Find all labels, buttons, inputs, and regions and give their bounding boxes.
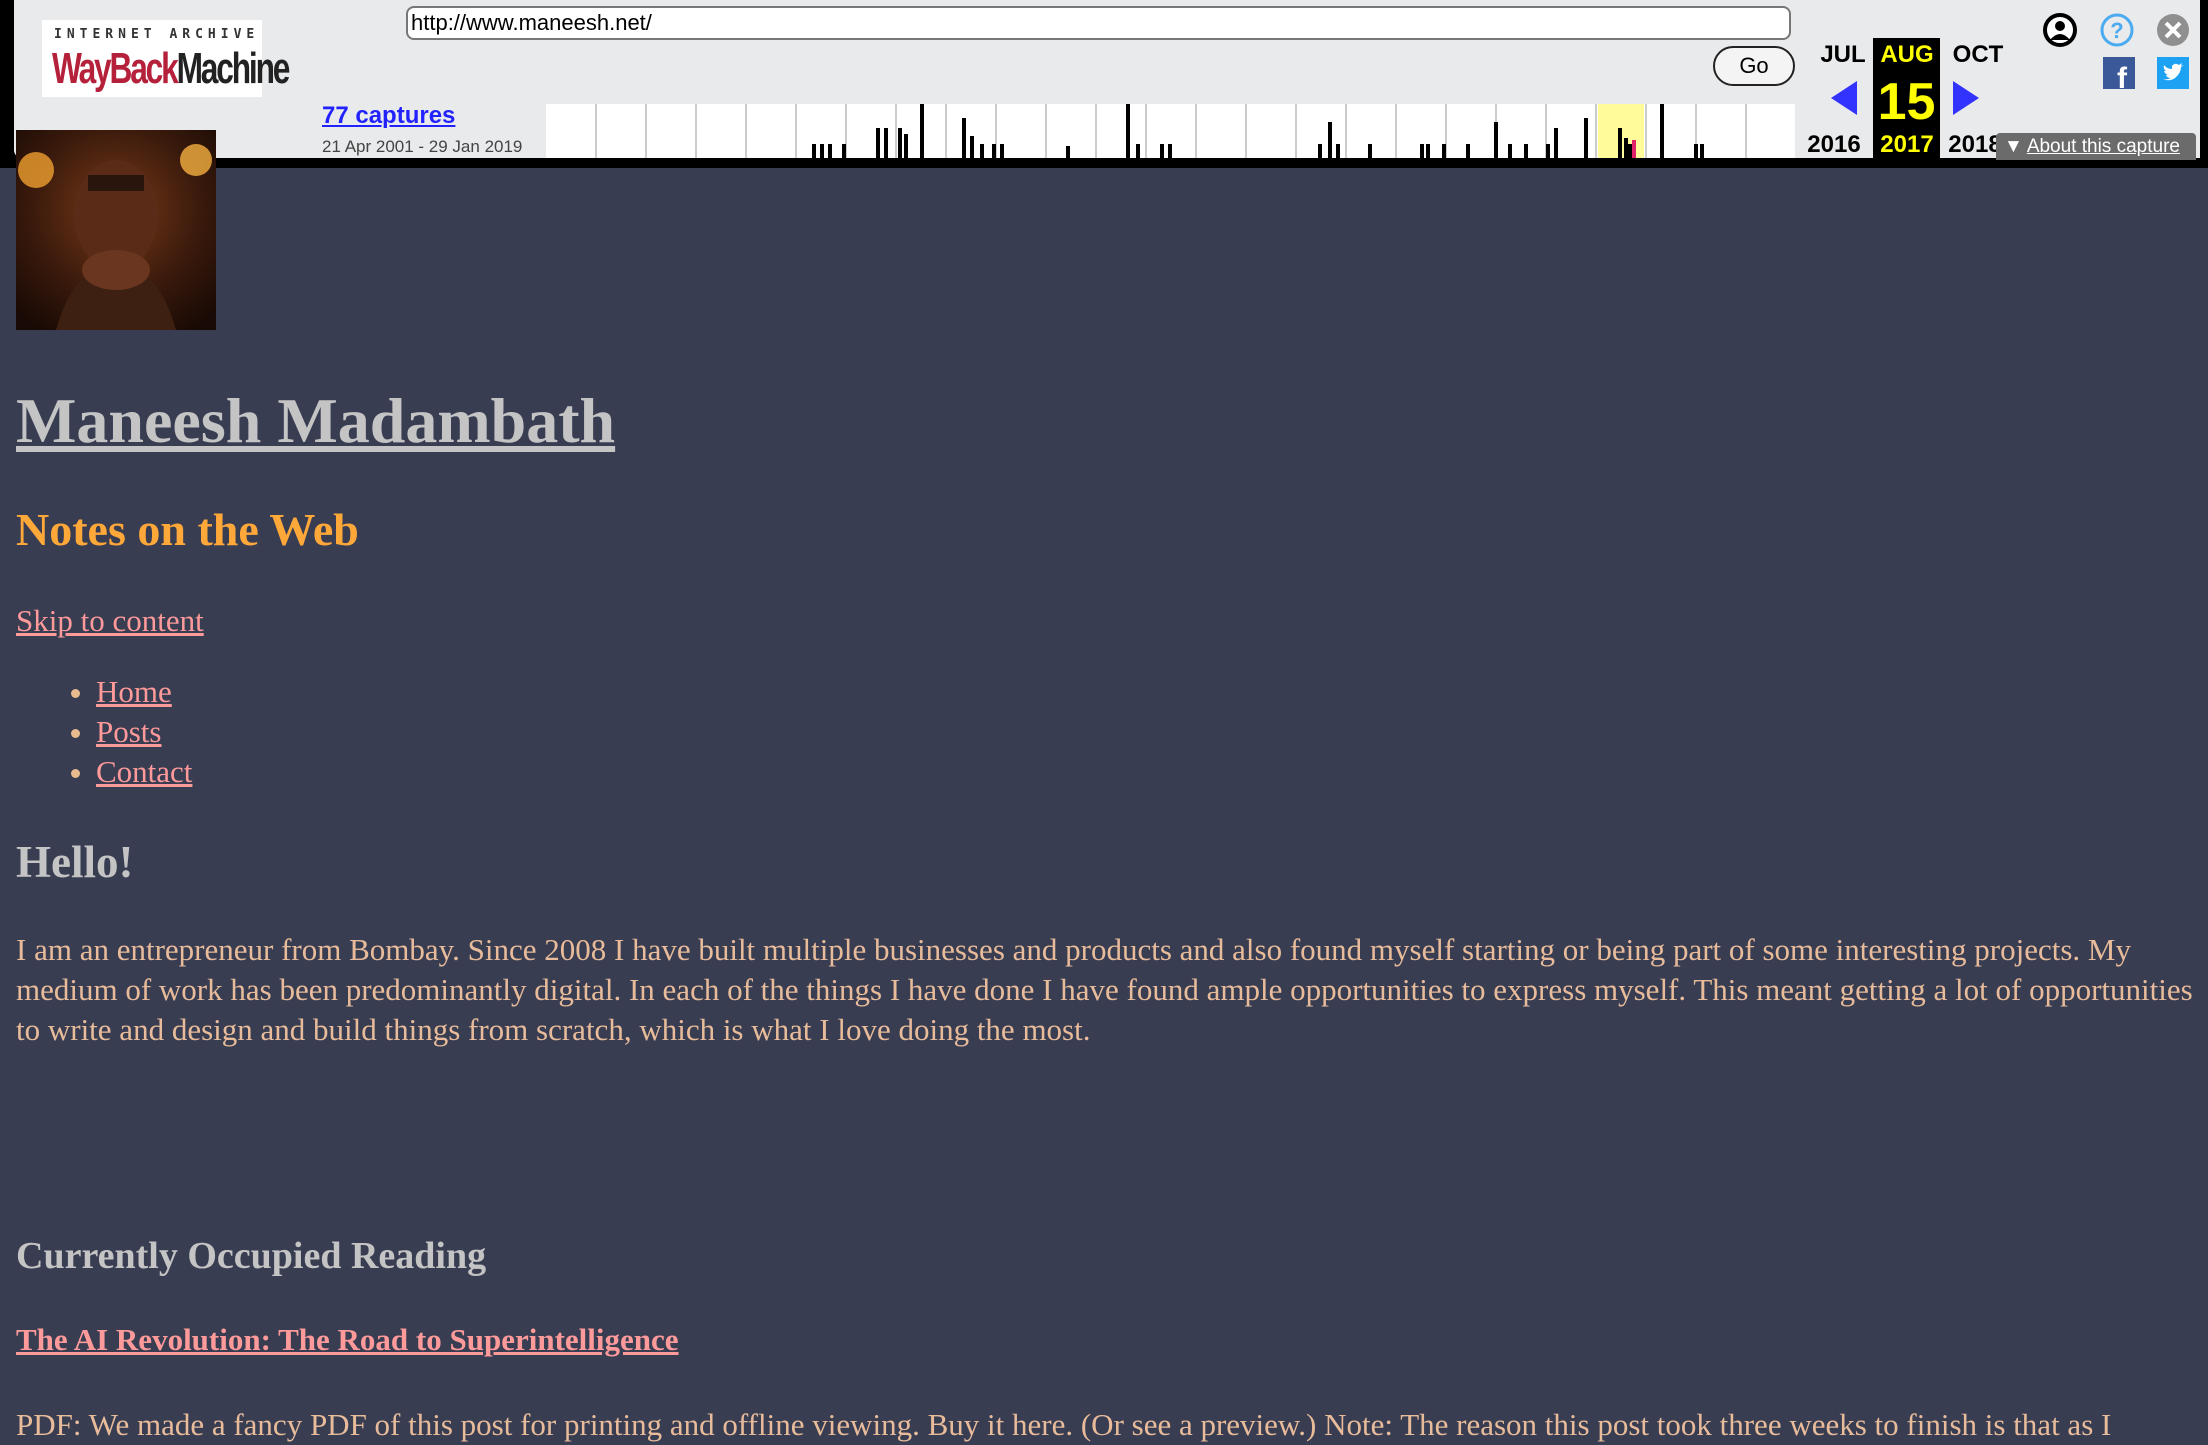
next-month-label[interactable]: OCT [1943,41,2013,69]
sparkline-bar[interactable] [1126,104,1130,158]
logo-machine: Machine [176,44,291,93]
sparkline-bar[interactable] [820,144,824,158]
help-icon[interactable]: ? [2099,12,2135,48]
close-icon[interactable] [2155,12,2191,48]
sparkline-bar[interactable] [1554,128,1558,158]
sparkline-bar[interactable] [1524,144,1528,158]
svg-text:?: ? [2110,18,2123,43]
sparkline-bar[interactable] [1660,104,1664,158]
sparkline-bar[interactable] [1546,144,1550,158]
nav-link-contact[interactable]: Contact [96,754,192,789]
sparkline-bar[interactable] [962,118,966,158]
sparkline-bar[interactable] [1584,118,1588,158]
current-year-label: 2017 [1880,131,1934,158]
prev-capture-arrow-icon[interactable] [1831,81,1857,115]
sparkline-bar[interactable] [1336,144,1340,158]
sparkline-bar[interactable] [1466,144,1470,158]
sparkline-bar[interactable] [1168,144,1172,158]
nav-item-home: Home [96,672,192,712]
sparkline-bar[interactable] [898,128,902,158]
nav-link-posts[interactable]: Posts [96,714,161,749]
triangle-down-icon: ▼ [2004,136,2023,157]
url-input[interactable] [406,6,1791,40]
reading-heading: Currently Occupied Reading [16,1235,487,1277]
sparkline-bar[interactable] [970,136,974,158]
prev-year-label[interactable]: 2016 [1799,131,1869,159]
sparkline-bar[interactable] [1000,144,1004,158]
sparkline-bar[interactable] [904,134,908,158]
sparkline-bar[interactable] [1318,144,1322,158]
sparkline-bar[interactable] [980,144,984,158]
sparkline-bar[interactable] [1368,144,1372,158]
go-button[interactable]: Go [1713,46,1795,86]
user-account-icon[interactable] [2042,12,2078,48]
sparkline-current-capture[interactable] [1632,140,1636,158]
capture-date-range: 21 Apr 2001 - 29 Jan 2019 [322,137,523,156]
intro-paragraph: I am an entrepreneur from Bombay. Since … [16,932,2193,1047]
nav-item-contact: Contact [96,752,192,792]
main-nav: Home Posts Contact [16,672,192,792]
svg-text:f: f [2117,62,2128,89]
sparkline-bar[interactable] [1694,144,1698,158]
captures-link[interactable]: 77 captures [322,102,455,130]
current-month-label: AUG [1880,41,1934,68]
facebook-icon[interactable]: f [2103,57,2135,89]
profile-photo [16,130,216,330]
site-tagline: Notes on the Web [16,504,359,555]
sparkline-bar[interactable] [992,144,996,158]
sparkline-bar[interactable] [1160,144,1164,158]
sparkline-bar[interactable] [1136,144,1140,158]
about-label: About this capture [2026,136,2180,157]
prev-month-label[interactable]: JUL [1808,41,1878,69]
sparkline-bar[interactable] [812,144,816,158]
sparkline-bar[interactable] [1508,144,1512,158]
sparkline-bar[interactable] [1618,128,1622,158]
logo-top-text: INTERNET ARCHIVE [54,27,260,42]
capture-sparkline[interactable] [546,104,1795,158]
sparkline-bar[interactable] [1328,122,1332,158]
site-title-link[interactable]: Maneesh Madambath [16,384,615,458]
skip-to-content-link[interactable]: Skip to content [16,603,204,639]
current-day: 15 [1877,73,1936,131]
reading-excerpt: PDF: We made a fancy PDF of this post fo… [16,1407,2112,1442]
sparkline-bar[interactable] [842,144,846,158]
hello-heading: Hello! [16,837,134,887]
reading-article-link[interactable]: The AI Revolution: The Road to Superinte… [16,1322,679,1358]
wayback-logo[interactable]: INTERNET ARCHIVE WayBackMachine [42,20,290,97]
next-capture-arrow-icon[interactable] [1953,81,1979,115]
sparkline-bar[interactable] [1420,144,1424,158]
sparkline-bar[interactable] [1442,144,1446,158]
nav-link-home[interactable]: Home [96,674,172,709]
about-this-capture-button[interactable]: ▼ About this capture [1996,133,2196,160]
sparkline-bar[interactable] [1700,144,1704,158]
twitter-icon[interactable] [2157,57,2189,89]
sparkline-bar[interactable] [884,128,888,158]
sparkline-bar[interactable] [1624,138,1628,158]
nav-item-posts: Posts [96,712,192,752]
sparkline-bar[interactable] [920,104,924,158]
sparkline-bar[interactable] [828,144,832,158]
sparkline-bar[interactable] [1066,146,1070,158]
sparkline-bar[interactable] [1494,122,1498,158]
sparkline-bar[interactable] [1628,144,1632,158]
logo-way: WayBack [52,44,179,93]
sparkline-bar[interactable] [876,128,880,158]
sparkline-bar[interactable] [1426,144,1430,158]
